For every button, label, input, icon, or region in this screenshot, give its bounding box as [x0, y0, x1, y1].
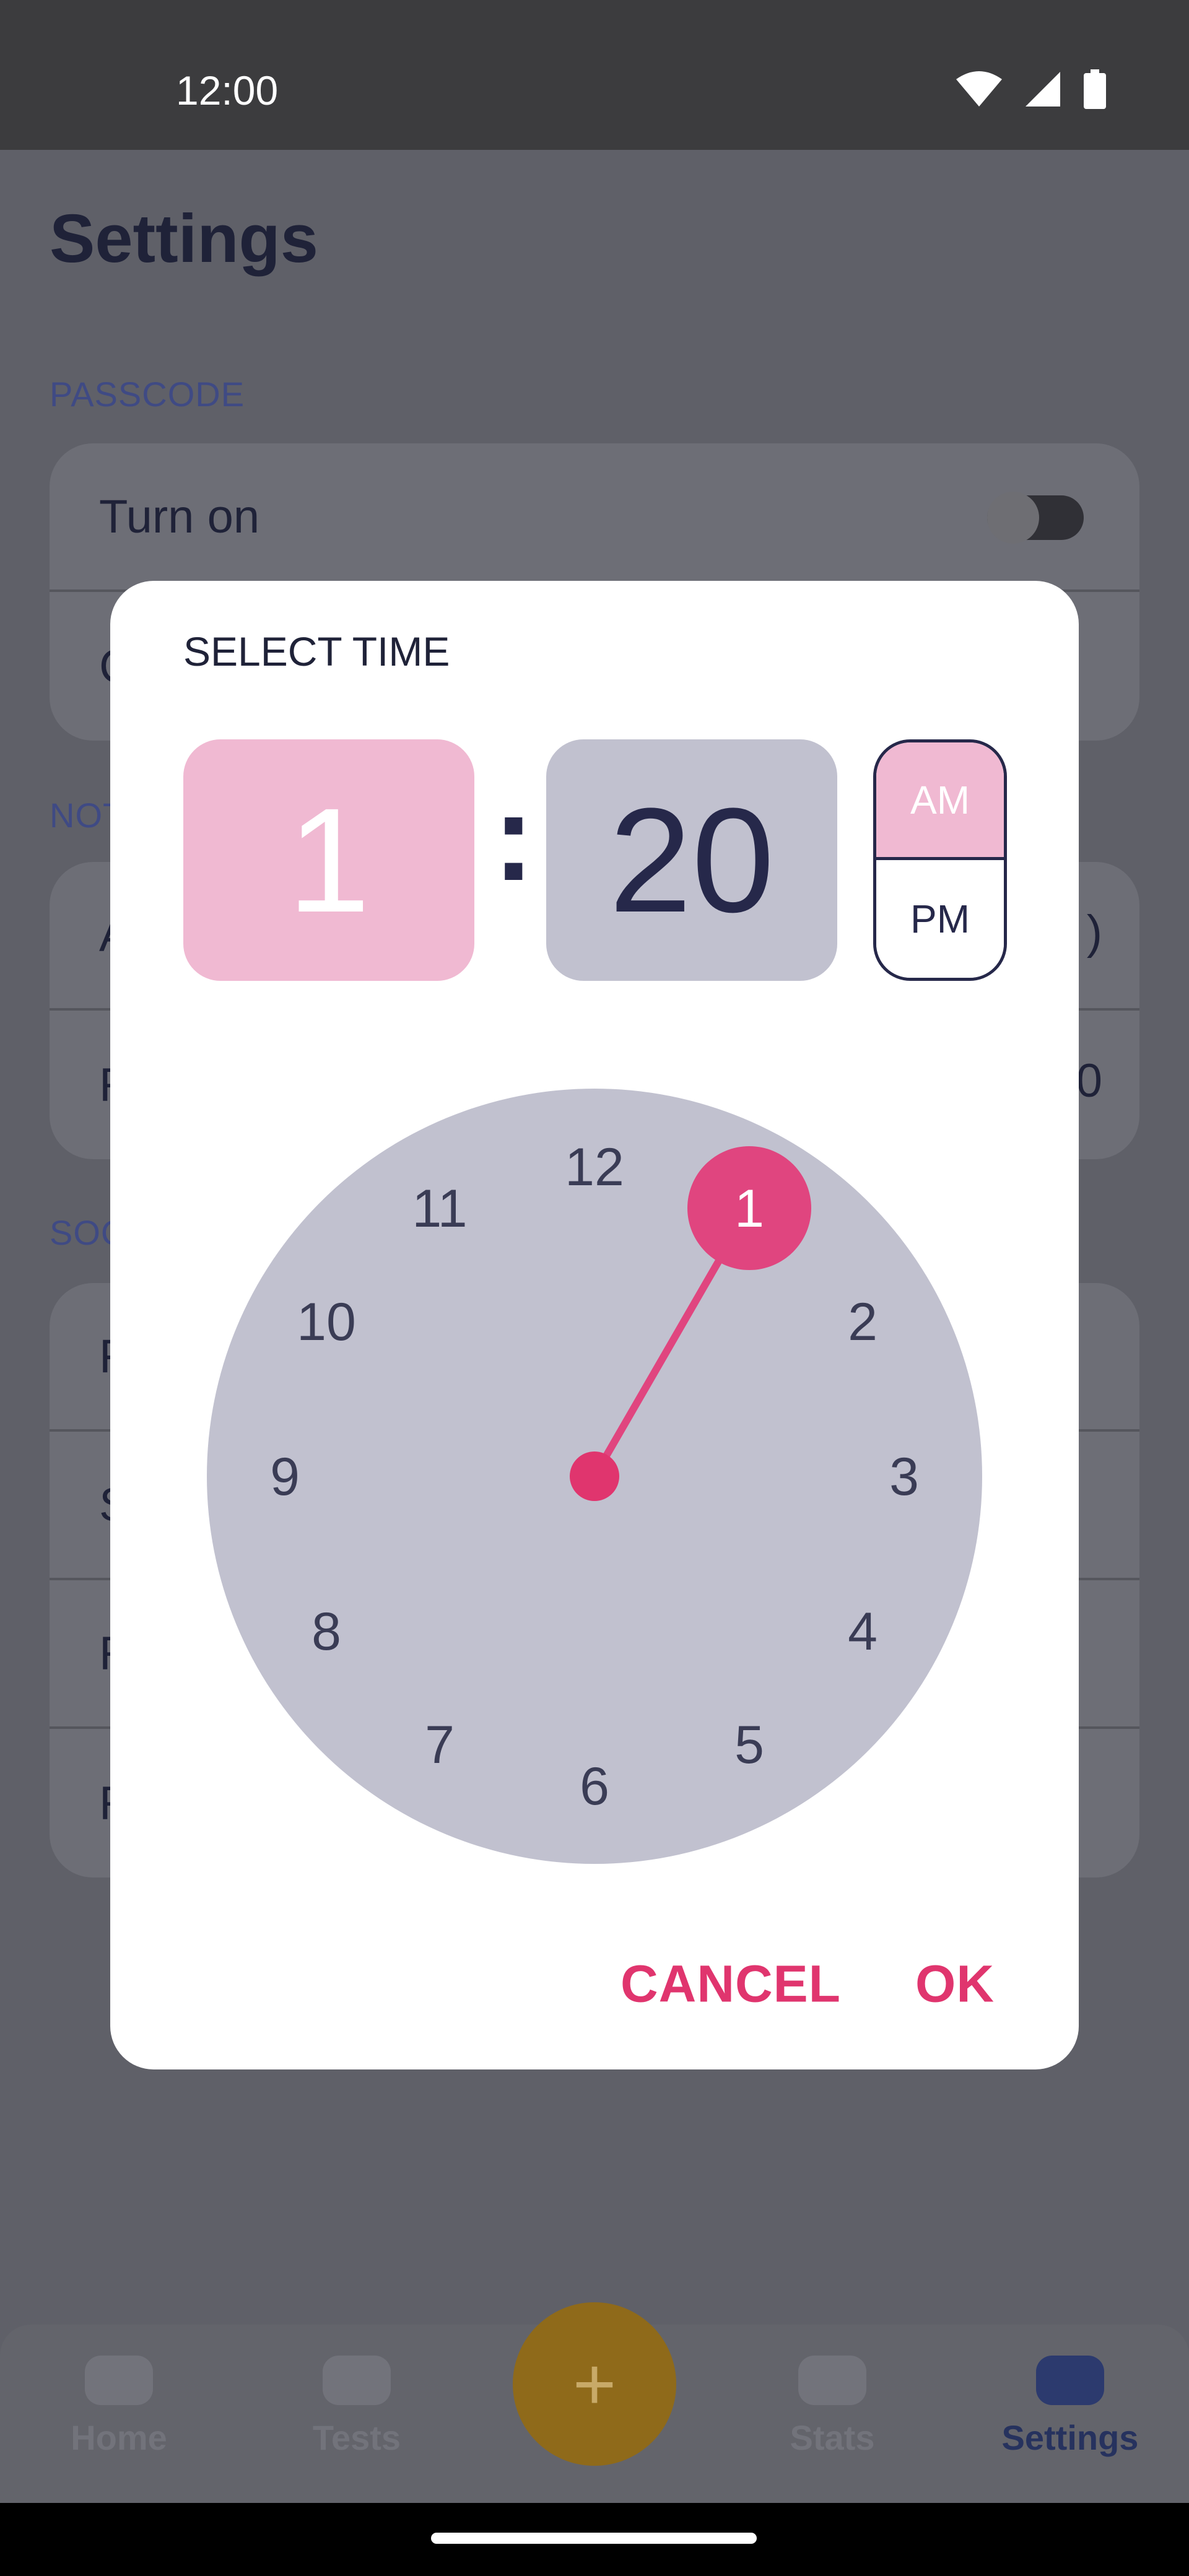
clock-number-12[interactable]: 12	[565, 1138, 624, 1197]
nav-label-settings: Settings	[1001, 2418, 1139, 2457]
nav-item-stats[interactable]: Stats	[739, 2356, 925, 2458]
time-separator: :	[493, 768, 534, 907]
clock-number-4[interactable]: 4	[848, 1602, 878, 1661]
stats-icon	[798, 2356, 866, 2405]
clock-number-8[interactable]: 8	[311, 1602, 341, 1661]
clock-number-9[interactable]: 9	[270, 1447, 300, 1507]
nav-label-home: Home	[71, 2418, 167, 2457]
time-picker-dialog: SELECT TIME 1 : 20 AM PM 12 1 2 3 4 5 6 7 8 9 10 11…	[110, 581, 1079, 2069]
clock-center-dot	[570, 1451, 619, 1501]
turn-on-row[interactable]: Turn on	[50, 443, 1139, 592]
turn-on-label: Turn on	[99, 490, 260, 543]
plus-icon: +	[572, 2343, 617, 2426]
cancel-button[interactable]: CANCEL	[621, 1954, 841, 2014]
clock-number-5[interactable]: 5	[734, 1715, 764, 1775]
minute-field[interactable]: 20	[546, 739, 837, 981]
am-pm-toggle: AM PM	[873, 739, 1007, 981]
clock-number-11[interactable]: 11	[412, 1179, 467, 1238]
clock-number-6[interactable]: 6	[580, 1757, 609, 1816]
notification-row-value: )	[1086, 906, 1102, 959]
passcode-section-label: PASSCODE	[50, 375, 245, 414]
hour-field[interactable]: 1	[183, 739, 474, 981]
clock-number-10[interactable]: 10	[297, 1292, 356, 1352]
tests-icon	[323, 2356, 391, 2405]
status-time: 12:00	[176, 67, 279, 113]
clock-number-7[interactable]: 7	[425, 1715, 455, 1775]
passcode-toggle[interactable]	[987, 492, 1084, 544]
clock-number-2[interactable]: 2	[848, 1292, 878, 1352]
dialog-title: SELECT TIME	[183, 629, 450, 674]
nav-item-settings[interactable]: Settings	[977, 2356, 1163, 2458]
wifi-icon	[955, 71, 1003, 111]
clock-number-3[interactable]: 3	[889, 1447, 919, 1507]
signal-icon	[1024, 71, 1061, 111]
pm-button[interactable]: PM	[876, 860, 1004, 978]
clock-face[interactable]: 121234567891011	[207, 1089, 982, 1864]
add-fab-button[interactable]: +	[513, 2302, 676, 2466]
nav-item-home[interactable]: Home	[26, 2356, 212, 2458]
battery-icon	[1082, 69, 1107, 112]
nav-label-tests: Tests	[312, 2418, 401, 2457]
settings-icon	[1036, 2356, 1104, 2405]
nav-item-tests[interactable]: Tests	[264, 2356, 450, 2458]
ok-button[interactable]: OK	[915, 1954, 995, 2014]
home-icon	[85, 2356, 153, 2405]
notification-row-value: 0	[1076, 1055, 1102, 1107]
clock-number-1[interactable]: 1	[734, 1179, 764, 1238]
nav-label-stats: Stats	[790, 2418, 875, 2457]
home-indicator[interactable]	[431, 2533, 757, 2544]
am-button[interactable]: AM	[876, 742, 1004, 860]
page-title: Settings	[50, 201, 318, 277]
status-bar: 12:00	[0, 0, 1189, 150]
status-icons	[955, 69, 1107, 112]
